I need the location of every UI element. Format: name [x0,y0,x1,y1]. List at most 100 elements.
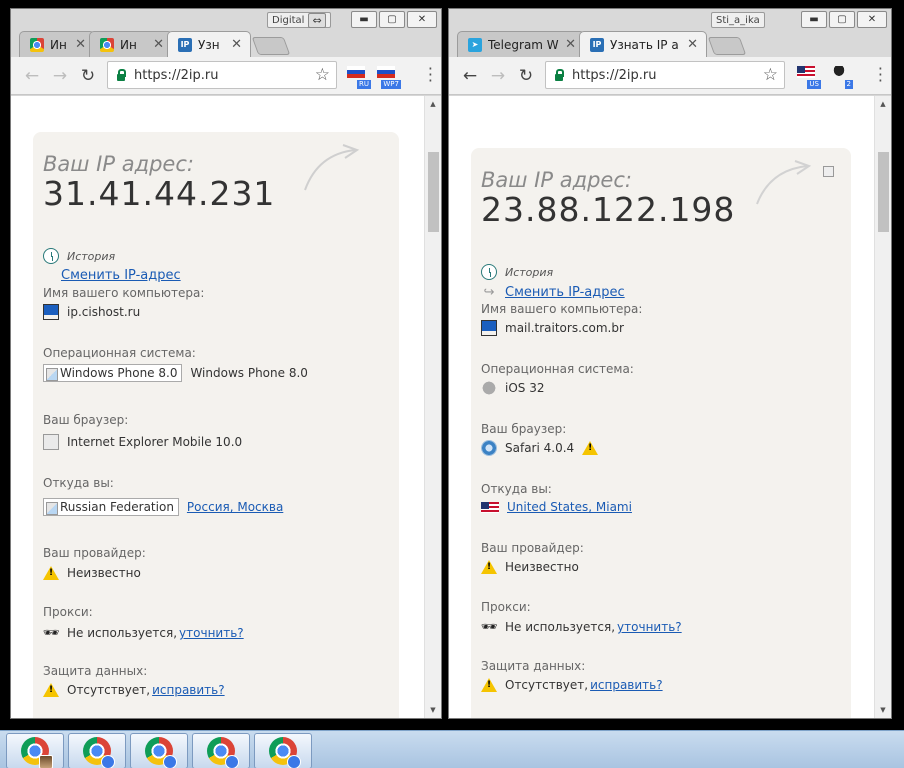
menu-icon[interactable]: · · · [878,61,883,89]
taskbar-chrome-1[interactable] [6,733,64,768]
back-button[interactable]: ← [459,65,481,87]
protection-fix-link[interactable]: исправить? [152,683,225,697]
new-tab-button[interactable] [251,37,291,55]
reload-button[interactable]: ↻ [515,65,537,87]
spy-icon [830,66,848,80]
telegram-icon: ➤ [468,37,482,52]
close-tab-icon[interactable]: ✕ [565,37,576,52]
url-text: https://2ip.ru [572,67,657,83]
os-row: iOS 32 [481,380,544,396]
lock-icon [554,69,564,81]
tab-strip: Ин ✕ Ин ✕ IP Узн ✕ [19,29,291,57]
tab-3-active[interactable]: IP Узн ✕ [167,31,251,57]
computer-name-row: ip.cishost.ru [43,304,140,320]
page-viewport: Ваш IP адрес: 31.41.44.231 История Смени… [11,96,424,718]
protection-caption: Защита данных: [43,664,148,678]
sunglasses-icon: 🕶 [480,619,498,635]
browser-caption: Ваш браузер: [43,413,129,427]
maximize-button[interactable]: ▢ [379,11,405,28]
extension-badge: US [807,80,821,89]
swap-icon[interactable]: ⇔ [308,12,326,28]
computer-name-value: ip.cishost.ru [67,305,141,319]
lock-icon [116,69,126,81]
change-ip-link[interactable]: Сменить IP-адрес [505,285,625,300]
location-link[interactable]: United States, Miami [507,500,632,514]
os-caption: Операционная система: [481,362,634,376]
browser-value: Internet Explorer Mobile 10.0 [67,435,243,449]
reload-button[interactable]: ↻ [77,65,99,87]
vertical-scrollbar[interactable]: ▲ ▼ [874,96,891,718]
back-button[interactable]: ← [21,65,43,87]
chrome-icon [207,737,239,768]
scroll-up-icon[interactable]: ▲ [875,96,891,112]
warning-icon [582,441,599,455]
history-row[interactable]: История [43,248,115,264]
profile-badge[interactable]: Sti_a_ika [711,12,765,28]
tab-1[interactable]: Ин ✕ [19,31,95,57]
taskbar-chrome-3[interactable] [130,733,188,768]
proxy-check-link[interactable]: уточнить? [179,626,244,640]
avatar [39,755,53,768]
minimize-button[interactable]: ▬ [351,11,377,28]
taskbar-chrome-4[interactable] [192,733,250,768]
extension-spy[interactable]: 2 [827,63,853,89]
minimize-button[interactable]: ▬ [801,11,827,28]
browser-icon [43,434,59,450]
tab-2[interactable]: Ин ✕ [89,31,173,57]
close-tab-icon[interactable]: ✕ [153,37,164,52]
close-tab-icon[interactable]: ✕ [231,37,242,52]
protection-fix-link[interactable]: исправить? [590,678,663,692]
change-ip-link[interactable]: Сменить IP-адрес [61,268,181,283]
titlebar[interactable]: Digital ⇔ ▬ ▢ ✕ Ин ✕ Ин ✕ IP Узн ✕ [11,9,441,57]
extension-ru-flag[interactable]: RU [345,63,371,89]
settings-checkbox[interactable] [823,166,834,177]
titlebar[interactable]: Sti_a_ika ▬ ▢ ✕ ➤ Telegram W ✕ IP Узнать… [449,9,891,57]
close-button[interactable]: ✕ [407,11,437,28]
forward-button[interactable]: → [487,65,509,87]
scroll-thumb[interactable] [428,152,439,232]
change-ip-row: ↪ Сменить IP-адрес [481,284,625,300]
forward-button[interactable]: → [49,65,71,87]
scroll-up-icon[interactable]: ▲ [425,96,441,112]
provider-caption: Ваш провайдер: [481,541,584,555]
close-tab-icon[interactable]: ✕ [75,37,86,52]
close-tab-icon[interactable]: ✕ [687,37,698,52]
profile-badge[interactable]: Digital ⇔ [267,12,331,28]
history-row[interactable]: История [481,264,553,280]
ip-label: Ваш IP адрес: [43,152,194,176]
tab-telegram[interactable]: ➤ Telegram W ✕ [457,31,585,57]
vertical-scrollbar[interactable]: ▲ ▼ [424,96,441,718]
bookmark-star-icon[interactable]: ☆ [763,65,778,85]
extension-wp7[interactable]: WP7 [375,63,401,89]
scroll-thumb[interactable] [878,152,889,232]
proxy-check-link[interactable]: уточнить? [617,620,682,634]
ip-label: Ваш IP адрес: [481,168,632,192]
new-tab-button[interactable] [707,37,747,55]
extension-us-flag[interactable]: US [795,63,821,89]
address-bar[interactable]: https://2ip.ru ☆ [107,61,337,89]
address-bar[interactable]: https://2ip.ru ☆ [545,61,785,89]
taskbar-chrome-2[interactable] [68,733,126,768]
proxy-row: 🕶 Не используется, уточнить? [43,625,244,641]
window-controls: ▬ ▢ ✕ [801,11,887,28]
bookmark-star-icon[interactable]: ☆ [315,65,330,85]
taskbar-chrome-5[interactable] [254,733,312,768]
location-caption: Откуда вы: [43,476,114,490]
browser-caption: Ваш браузер: [481,422,567,436]
scroll-down-icon[interactable]: ▼ [425,702,441,718]
location-link[interactable]: Россия, Москва [187,500,283,514]
history-label: История [67,249,116,263]
location-row: United States, Miami [481,500,632,514]
warning-icon [43,566,59,580]
provider-value: Неизвестно [67,566,141,580]
tab-2ip-active[interactable]: IP Узнать IP а ✕ [579,31,707,57]
russia-flag-icon [347,66,365,78]
menu-icon[interactable]: · · · [428,61,433,89]
scroll-down-icon[interactable]: ▼ [875,702,891,718]
computer-icon [481,320,497,336]
close-button[interactable]: ✕ [857,11,887,28]
browser-value: Safari 4.0.4 [505,441,575,455]
avatar [287,755,301,768]
maximize-button[interactable]: ▢ [829,11,855,28]
browser-toolbar: ← → ↻ https://2ip.ru ☆ RU WP7 · · · [11,57,441,95]
